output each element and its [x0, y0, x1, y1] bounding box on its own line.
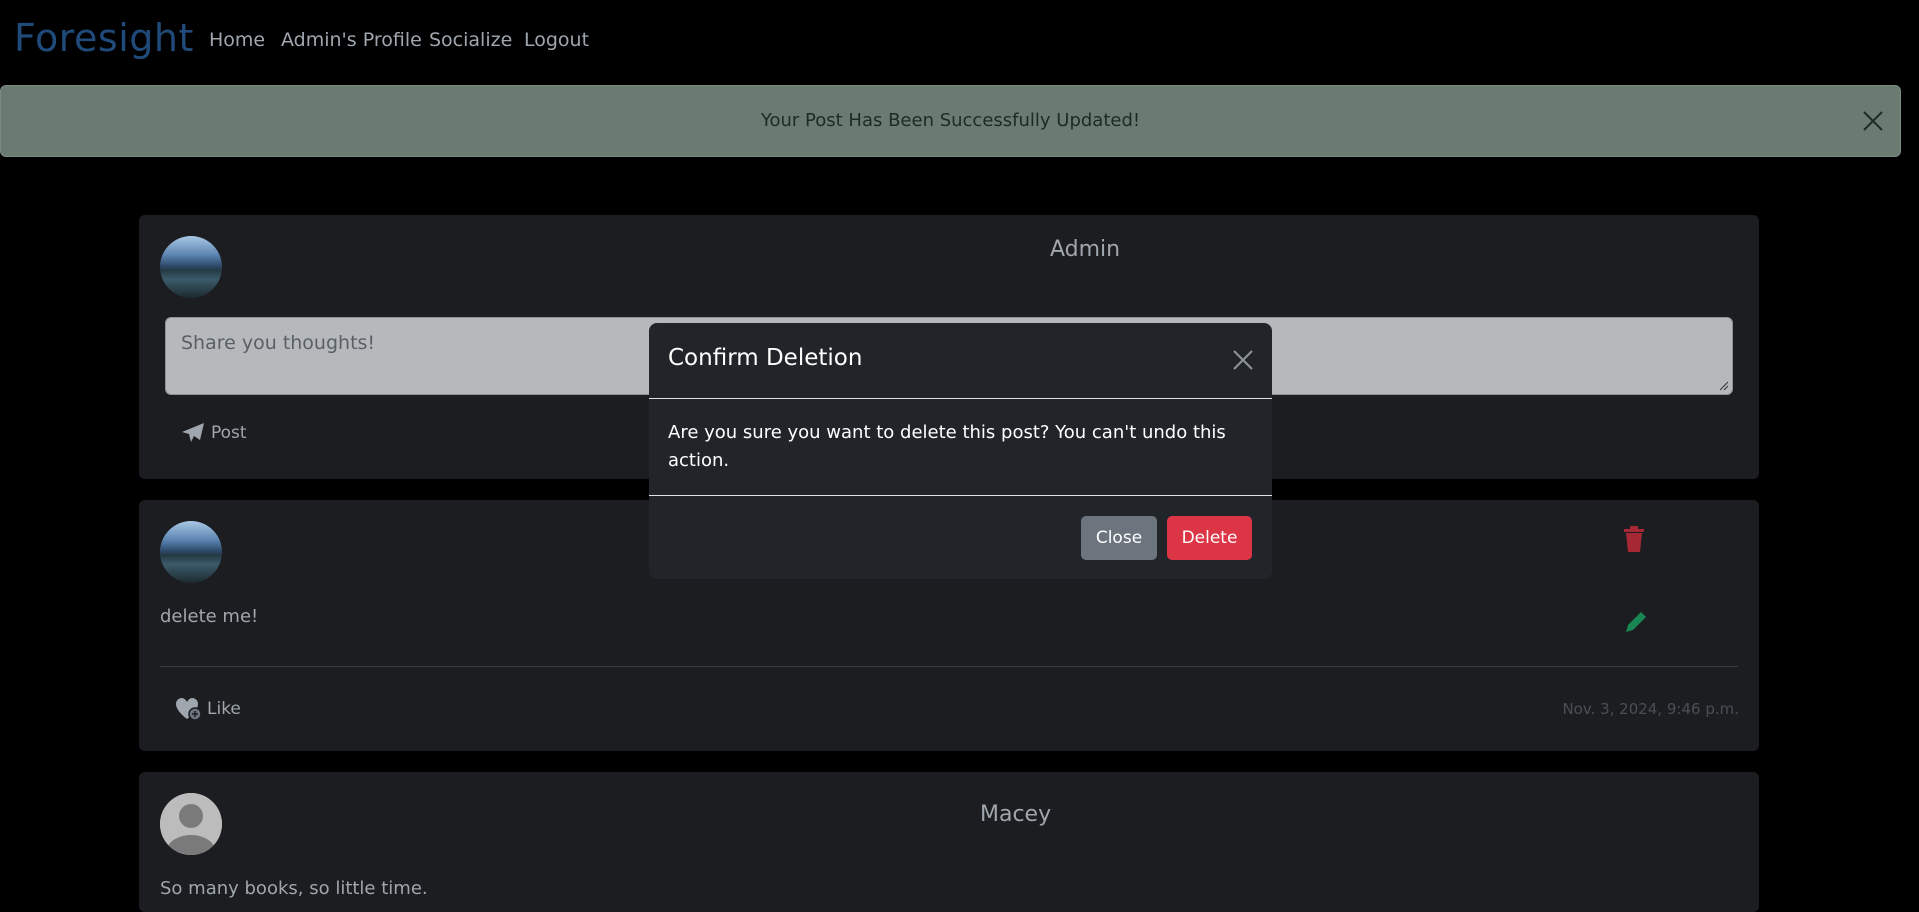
modal-title: Confirm Deletion — [668, 345, 863, 371]
avatar — [160, 236, 222, 298]
like-button[interactable]: Like — [175, 697, 241, 721]
like-label: Like — [207, 699, 241, 719]
confirm-delete-modal: Confirm Deletion Are you sure you want t… — [649, 323, 1272, 579]
post-button-label: Post — [211, 423, 247, 443]
avatar — [160, 793, 222, 855]
post-text: So many books, so little time. — [160, 878, 428, 899]
modal-footer-divider — [649, 495, 1272, 496]
default-user-icon — [160, 793, 222, 855]
delete-button[interactable]: Delete — [1167, 516, 1252, 560]
close-button[interactable]: Close — [1081, 516, 1157, 560]
post-username: Macey — [980, 802, 1052, 827]
nav-link-admin-profile[interactable]: Admin's Profile — [281, 29, 422, 51]
paper-plane-icon — [182, 423, 204, 442]
alert-message: Your Post Has Been Successfully Updated! — [760, 110, 1141, 131]
avatar — [160, 521, 222, 583]
close-icon[interactable] — [1232, 349, 1254, 371]
close-icon[interactable] — [1862, 110, 1884, 132]
composer-username: Admin — [1050, 237, 1121, 262]
post-card: Macey So many books, so little time. — [139, 772, 1759, 912]
nav-link-socialize[interactable]: Socialize — [429, 29, 512, 51]
textarea-placeholder: Share you thoughts! — [181, 332, 376, 354]
divider — [160, 666, 1738, 667]
trash-icon[interactable] — [1622, 526, 1648, 552]
modal-header-divider — [649, 398, 1272, 399]
pencil-icon[interactable] — [1623, 609, 1649, 635]
nav-link-logout[interactable]: Logout — [524, 29, 589, 51]
post-text: delete me! — [160, 606, 259, 627]
nav-link-home[interactable]: Home — [209, 29, 265, 51]
heart-plus-icon — [176, 698, 202, 721]
success-alert: Your Post Has Been Successfully Updated! — [0, 85, 1901, 157]
brand-logo[interactable]: Foresight — [14, 16, 194, 60]
modal-body-text: Are you sure you want to delete this pos… — [668, 422, 1226, 471]
post-button[interactable]: Post — [181, 422, 247, 444]
navbar: Foresight Home Admin's Profile Socialize… — [0, 0, 1919, 80]
resize-grip-icon[interactable] — [1719, 381, 1729, 391]
post-timestamp: Nov. 3, 2024, 9:46 p.m. — [1562, 700, 1739, 718]
